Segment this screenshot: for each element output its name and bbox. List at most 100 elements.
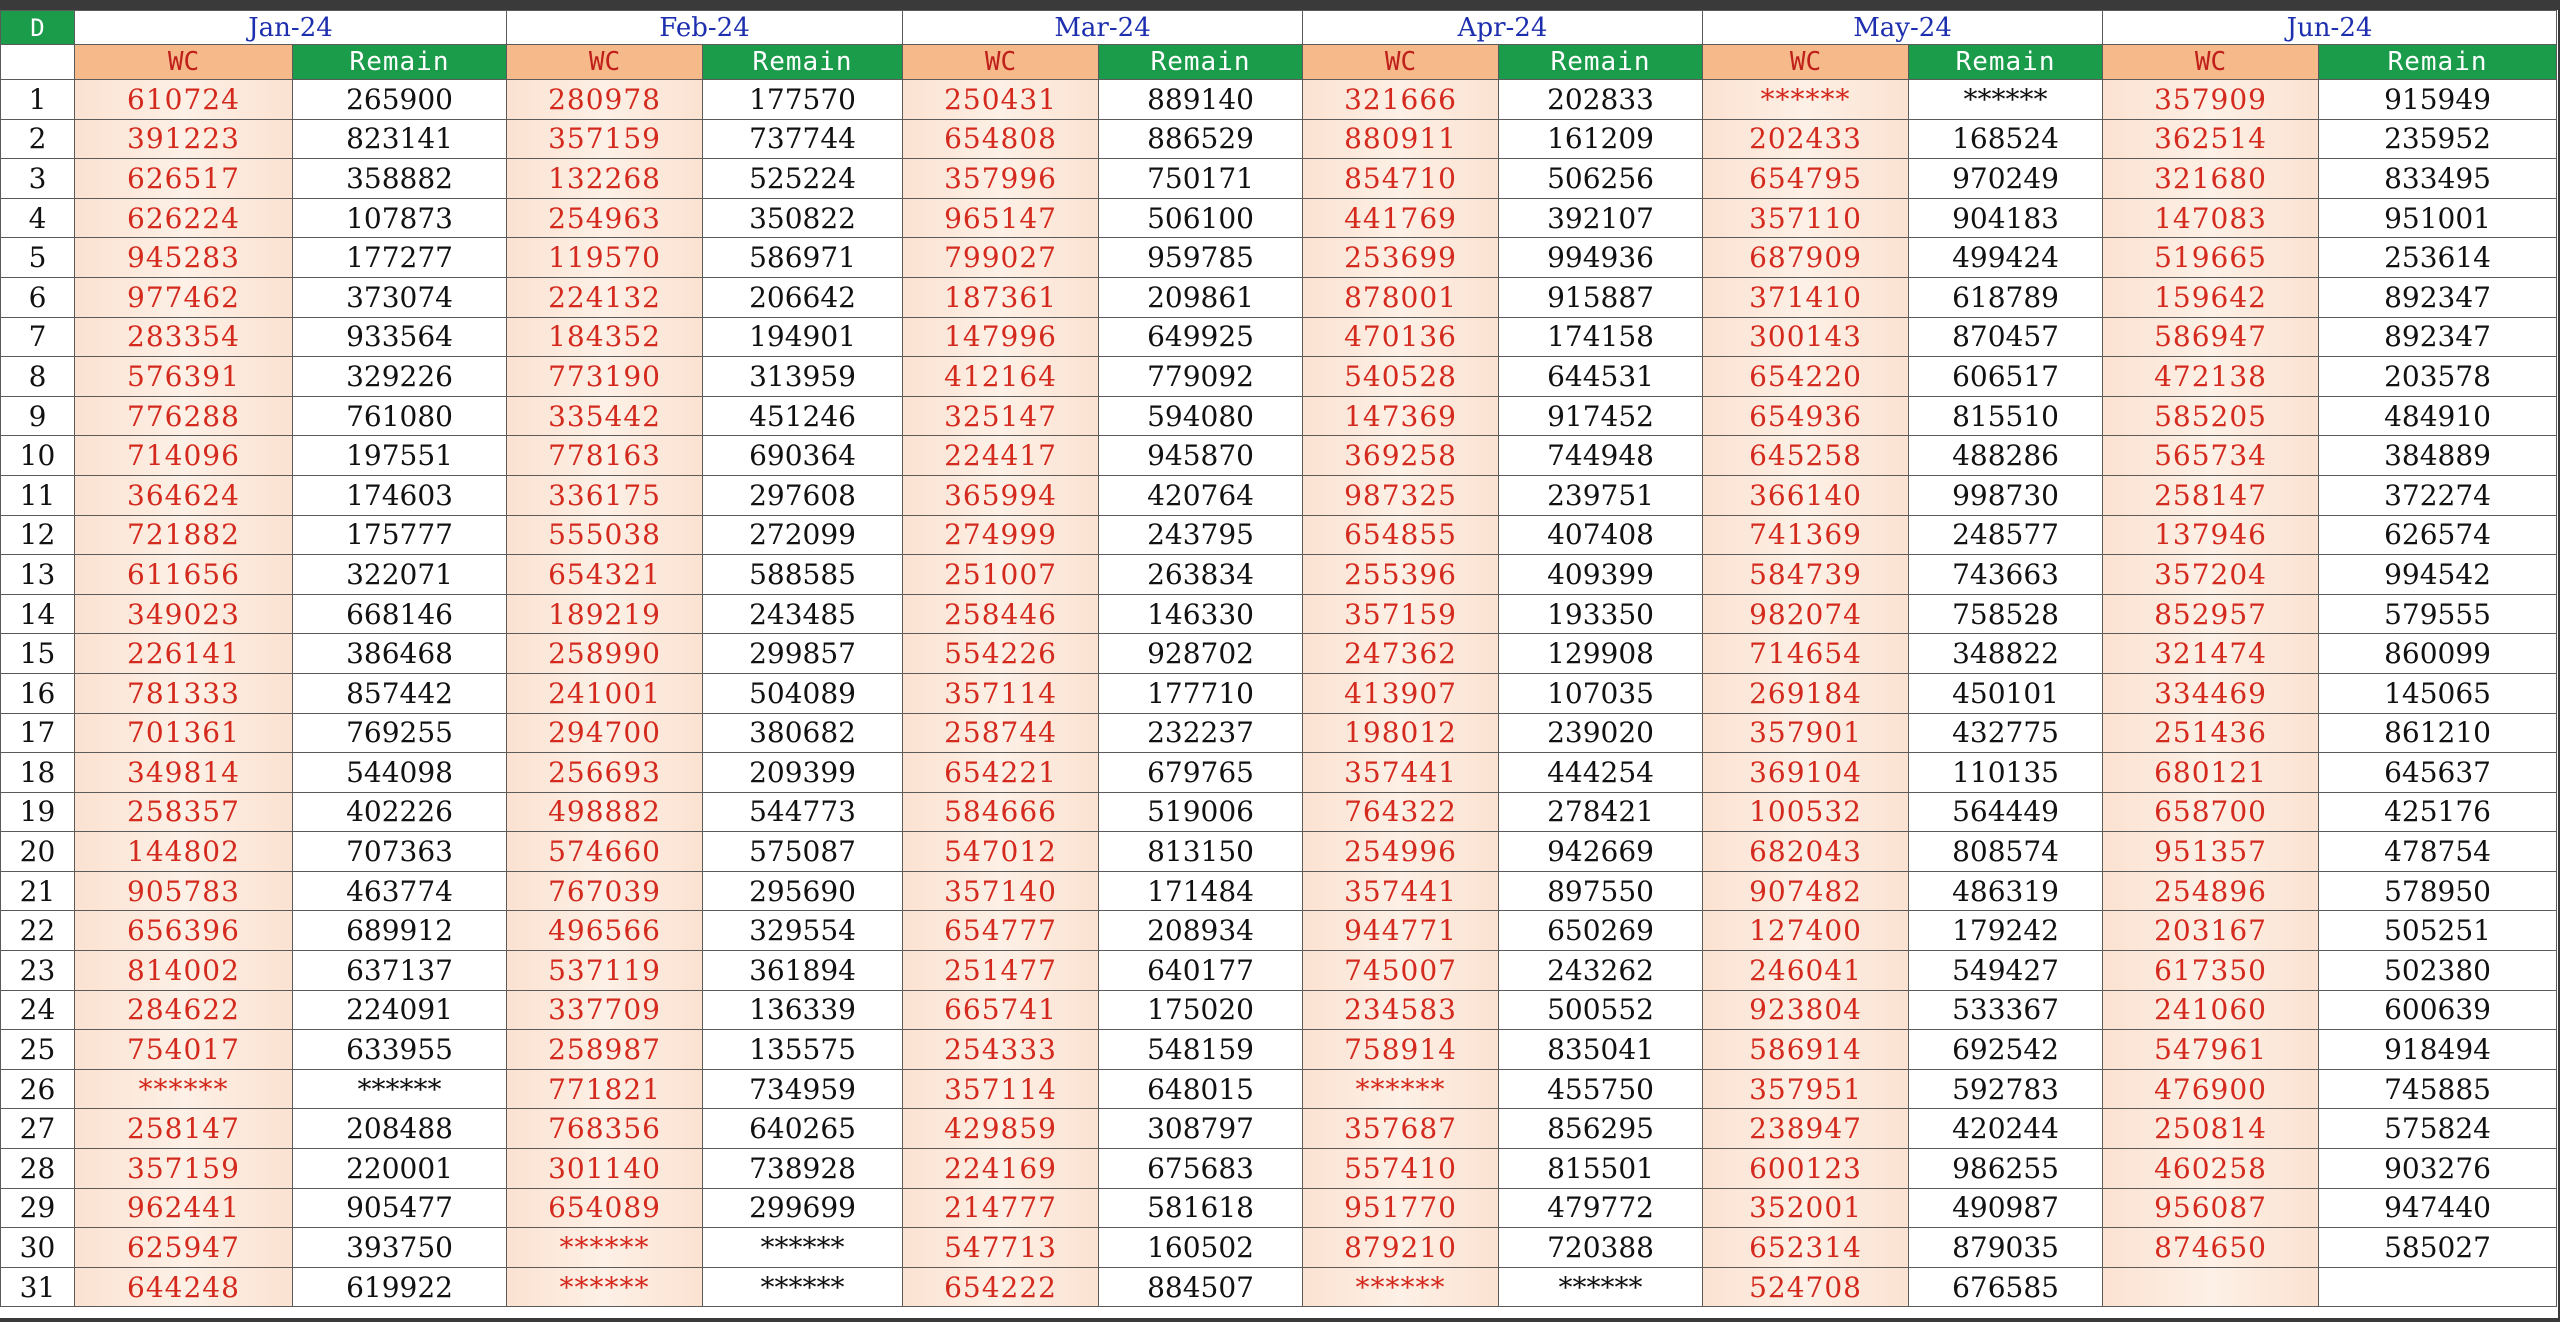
remain-value-cell[interactable]: 420244	[1908, 1108, 2104, 1150]
wc-value-cell[interactable]: 119570	[506, 237, 704, 278]
remain-value-cell[interactable]: 884507	[1098, 1266, 1304, 1308]
remain-value-cell[interactable]: 272099	[702, 514, 904, 556]
day-number-cell[interactable]: 8	[0, 356, 75, 397]
wc-value-cell[interactable]: ******	[1702, 79, 1910, 120]
wc-value-cell[interactable]: 654795	[1702, 158, 1910, 199]
wc-value-cell[interactable]: 540528	[1302, 356, 1500, 397]
day-number-cell[interactable]: 29	[0, 1187, 75, 1229]
day-number-cell[interactable]: 12	[0, 514, 75, 556]
remain-value-cell[interactable]: 835041	[1498, 1029, 1704, 1070]
wc-value-cell[interactable]: 852957	[2102, 593, 2320, 635]
wc-value-cell[interactable]: ******	[74, 1068, 293, 1110]
wc-value-cell[interactable]: 951357	[2102, 831, 2320, 872]
wc-value-cell[interactable]: 413907	[1302, 672, 1500, 714]
wc-value-cell[interactable]: 878001	[1302, 276, 1500, 318]
wc-value-cell[interactable]: 764322	[1302, 791, 1500, 833]
wc-value-cell[interactable]: 335442	[506, 395, 704, 437]
wc-value-cell[interactable]: 965147	[902, 197, 1100, 239]
remain-value-cell[interactable]: 533367	[1908, 989, 2104, 1031]
remain-value-cell[interactable]: 585027	[2318, 1227, 2558, 1268]
remain-value-cell[interactable]: 499424	[1908, 237, 2104, 278]
remain-value-cell[interactable]: 917452	[1498, 395, 1704, 437]
remain-value-cell[interactable]: 479772	[1498, 1187, 1704, 1229]
remain-value-cell[interactable]: 380682	[702, 712, 904, 754]
remain-value-cell[interactable]: ******	[702, 1266, 904, 1308]
remain-value-cell[interactable]: 107035	[1498, 672, 1704, 714]
wc-value-cell[interactable]: ******	[506, 1227, 704, 1268]
wc-value-cell[interactable]: 470136	[1302, 316, 1500, 358]
remain-value-cell[interactable]: 575824	[2318, 1108, 2558, 1150]
wc-value-cell[interactable]: 357114	[902, 1068, 1100, 1110]
wc-value-cell[interactable]: 547961	[2102, 1029, 2320, 1070]
remain-value-cell[interactable]: 160502	[1098, 1227, 1304, 1268]
remain-value-cell[interactable]: 455750	[1498, 1068, 1704, 1110]
month-header-jun[interactable]: Jun-24	[2102, 10, 2558, 45]
remain-value-cell[interactable]: 248577	[1908, 514, 2104, 556]
wc-value-cell[interactable]: 584666	[902, 791, 1100, 833]
wc-value-cell[interactable]: 654220	[1702, 356, 1910, 397]
wc-value-cell[interactable]: 687909	[1702, 237, 1910, 278]
remain-value-cell[interactable]: 720388	[1498, 1227, 1704, 1268]
remain-value-cell[interactable]: 243795	[1098, 514, 1304, 556]
remain-value-cell[interactable]: 959785	[1098, 237, 1304, 278]
wc-value-cell[interactable]: 371410	[1702, 276, 1910, 318]
wc-value-cell[interactable]: 658700	[2102, 791, 2320, 833]
wc-value-cell[interactable]: 768356	[506, 1108, 704, 1150]
wc-value-cell[interactable]: 269184	[1702, 672, 1910, 714]
wc-value-cell[interactable]: ******	[506, 1266, 704, 1308]
wc-value-cell[interactable]: 555038	[506, 514, 704, 556]
remain-value-cell[interactable]: 707363	[291, 831, 508, 872]
remain-value-cell[interactable]: 313959	[702, 356, 904, 397]
remain-value-cell[interactable]: 689912	[291, 910, 508, 952]
wc-value-cell[interactable]: 357687	[1302, 1108, 1500, 1150]
remain-value-cell[interactable]: 750171	[1098, 158, 1304, 199]
wc-value-cell[interactable]: 778163	[506, 435, 704, 476]
remain-value-cell[interactable]: 903276	[2318, 1148, 2558, 1189]
remain-value-cell[interactable]: 544773	[702, 791, 904, 833]
day-number-cell[interactable]: 2	[0, 118, 75, 160]
day-number-cell[interactable]: 14	[0, 593, 75, 635]
remain-value-cell[interactable]: 879035	[1908, 1227, 2104, 1268]
remain-value-cell[interactable]: 450101	[1908, 672, 2104, 714]
wc-value-cell[interactable]: 100532	[1702, 791, 1910, 833]
wc-value-cell[interactable]: 357204	[2102, 554, 2320, 595]
wc-value-cell[interactable]: 754017	[74, 1029, 293, 1070]
remain-value-cell[interactable]: 299857	[702, 633, 904, 674]
remain-value-cell[interactable]: 519006	[1098, 791, 1304, 833]
remain-value-cell[interactable]: 488286	[1908, 435, 2104, 476]
wc-value-cell[interactable]: 321474	[2102, 633, 2320, 674]
remain-value-cell[interactable]: 206642	[702, 276, 904, 318]
remain-value-cell[interactable]: 384889	[2318, 435, 2558, 476]
wc-value-cell[interactable]: 226141	[74, 633, 293, 674]
remain-value-cell[interactable]: 209399	[702, 752, 904, 793]
wc-value-cell[interactable]: 258446	[902, 593, 1100, 635]
remain-value-cell[interactable]: 860099	[2318, 633, 2558, 674]
wc-value-cell[interactable]: 610724	[74, 79, 293, 120]
wc-value-cell[interactable]: 767039	[506, 870, 704, 912]
wc-value-cell[interactable]: 905783	[74, 870, 293, 912]
remain-value-cell[interactable]: 618789	[1908, 276, 2104, 318]
remain-value-cell[interactable]: 235952	[2318, 118, 2558, 160]
wc-value-cell[interactable]: 321666	[1302, 79, 1500, 120]
wc-value-cell[interactable]: 234583	[1302, 989, 1500, 1031]
wc-value-cell[interactable]: 241060	[2102, 989, 2320, 1031]
wc-value-cell[interactable]: 247362	[1302, 633, 1500, 674]
wc-value-cell[interactable]: 951770	[1302, 1187, 1500, 1229]
wc-value-cell[interactable]: 357441	[1302, 752, 1500, 793]
remain-value-cell[interactable]: 889140	[1098, 79, 1304, 120]
remain-value-cell[interactable]: 813150	[1098, 831, 1304, 872]
remain-column-header[interactable]: Remain	[702, 44, 904, 80]
remain-value-cell[interactable]: 107873	[291, 197, 508, 239]
remain-value-cell[interactable]: 175777	[291, 514, 508, 556]
remain-column-header[interactable]: Remain	[1908, 44, 2104, 80]
wc-value-cell[interactable]: ******	[1302, 1266, 1500, 1308]
remain-value-cell[interactable]: 675683	[1098, 1148, 1304, 1189]
remain-value-cell[interactable]: 490987	[1908, 1187, 2104, 1229]
remain-value-cell[interactable]: 645637	[2318, 752, 2558, 793]
remain-value-cell[interactable]: 322071	[291, 554, 508, 595]
remain-value-cell[interactable]: 915949	[2318, 79, 2558, 120]
wc-value-cell[interactable]: 357901	[1702, 712, 1910, 754]
wc-value-cell[interactable]: 987325	[1302, 474, 1500, 516]
remain-value-cell[interactable]: 640265	[702, 1108, 904, 1150]
wc-value-cell[interactable]: 334469	[2102, 672, 2320, 714]
